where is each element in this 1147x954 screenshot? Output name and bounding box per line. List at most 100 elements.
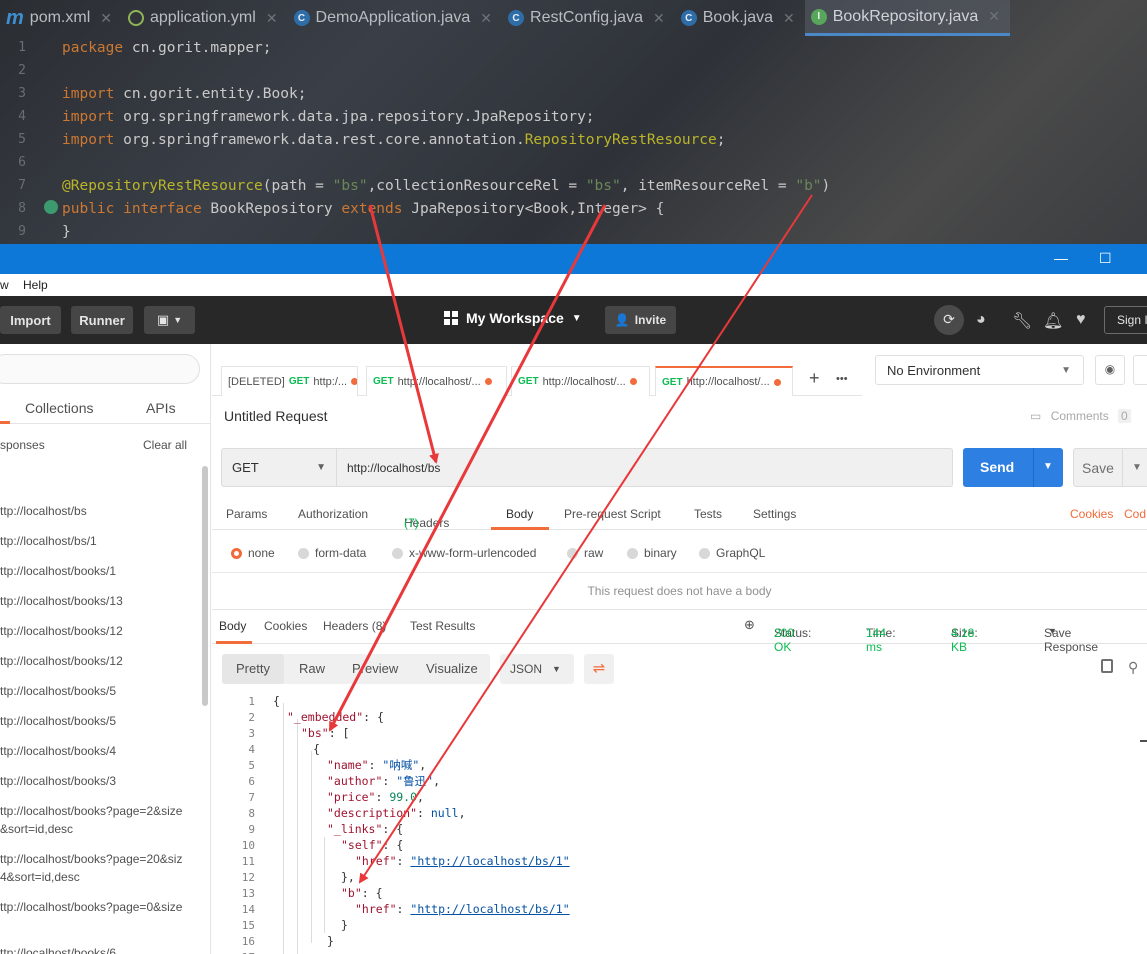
new-tab-button[interactable]: + [809, 368, 820, 389]
view-visualize[interactable]: Visualize [426, 661, 478, 676]
globe-icon[interactable]: ⊕ [744, 617, 755, 633]
new-window-button[interactable]: ▣ ▼ [144, 306, 195, 334]
import-button[interactable]: Import [0, 306, 61, 334]
tab-response-headers[interactable]: Headers (8) [323, 619, 386, 633]
json-link[interactable]: "http://localhost/bs/1" [410, 902, 569, 916]
method-select[interactable]: GET ▼ [221, 448, 337, 487]
minimize-button[interactable]: — [1054, 250, 1068, 266]
history-item[interactable]: ttp://localhost/books?page=0&size [0, 898, 205, 916]
radio-none[interactable]: none [231, 546, 275, 560]
bell-icon[interactable]: 🔔︎ [1043, 311, 1063, 331]
history-item[interactable]: ttp://localhost/books?page=20&siz 4&sort=… [0, 850, 205, 886]
environment-quick-look-button[interactable]: ◉ [1095, 355, 1125, 385]
json-line: 16} [212, 933, 1147, 949]
history-item[interactable]: ttp://localhost/books/1 [0, 562, 205, 580]
close-icon[interactable]: ✕ [783, 10, 795, 27]
radio-x-www-form-urlencoded[interactable]: x-www-form-urlencoded [392, 546, 536, 560]
history-item[interactable]: ttp://localhost/books/12 [0, 652, 205, 670]
history-item-line: ttp://localhost/books/12 [0, 654, 123, 668]
ide-tab-bookrepository[interactable]: I BookRepository.java ✕ [804, 0, 1011, 36]
request-tab[interactable]: GET http://localhost/... [366, 366, 507, 396]
implementation-gutter-icon[interactable] [44, 199, 58, 214]
sidebar-tabs: Collections APIs [0, 394, 210, 424]
tab-test-results[interactable]: Test Results [410, 619, 475, 633]
settings-button[interactable] [1133, 355, 1147, 385]
tab-tests[interactable]: Tests [694, 507, 722, 521]
copy-icon[interactable] [1101, 659, 1113, 673]
clear-all-button[interactable]: Clear all [143, 438, 187, 452]
cookies-link[interactable]: Cookies [1070, 507, 1113, 521]
request-tab[interactable]: [DELETED] GET http:/... [221, 366, 358, 396]
radio-binary[interactable]: binary [627, 546, 677, 560]
ide-tab-restconfig[interactable]: C RestConfig.java ✕ [502, 0, 675, 36]
chevron-down-icon[interactable]: ▼ [1043, 461, 1053, 472]
history-item[interactable]: ttp://localhost/books/5 [0, 682, 205, 700]
tab-response-body[interactable]: Body [219, 619, 246, 633]
invite-button[interactable]: 👤 Invite [605, 306, 676, 334]
history-item[interactable]: ttp://localhost/books/3 [0, 772, 205, 790]
history-item[interactable]: ttp://localhost/bs/1 [0, 532, 205, 550]
json-line-number: 7 [248, 790, 255, 804]
history-item[interactable]: ttp://localhost/books/4 [0, 742, 205, 760]
request-title[interactable]: Untitled Request [224, 408, 328, 424]
view-pretty[interactable]: Pretty [236, 661, 270, 676]
more-tabs-button[interactable]: ••• [836, 373, 848, 385]
ide-tab-pom[interactable]: m pom.xml ✕ [0, 0, 122, 36]
request-tab-active[interactable]: GET http://localhost/... [655, 366, 793, 396]
environment-select[interactable]: No Environment ▼ [875, 355, 1084, 385]
tab-apis[interactable]: APIs [146, 400, 176, 416]
workspace-switcher[interactable]: My Workspace ▼ [444, 310, 582, 326]
tab-params[interactable]: Params [226, 507, 267, 521]
radio-form-data[interactable]: form-data [298, 546, 366, 560]
history-item[interactable]: ttp://localhost/books/6 [0, 944, 205, 954]
tab-collections[interactable]: Collections [25, 400, 93, 416]
ide-tab-application-yml[interactable]: application.yml ✕ [122, 0, 288, 36]
view-raw[interactable]: Raw [299, 661, 325, 676]
wrench-icon[interactable]: 🔧︎ [1012, 311, 1032, 331]
radio-graphql[interactable]: GraphQL [699, 546, 765, 560]
history-item-line: ttp://localhost/books/3 [0, 774, 117, 788]
sign-in-button[interactable]: Sign I [1104, 306, 1147, 334]
tab-body[interactable]: Body [506, 507, 533, 521]
tab-authorization[interactable]: Authorization [298, 507, 368, 521]
tab-settings[interactable]: Settings [753, 507, 796, 521]
format-select[interactable]: JSON ▼ [500, 654, 574, 684]
wrap-lines-button[interactable]: ⇌ [584, 654, 614, 684]
code-link[interactable]: Cod [1124, 507, 1146, 521]
heart-icon[interactable]: ♥ [1076, 311, 1086, 329]
ide-tab-demoapplication[interactable]: C DemoApplication.java ✕ [288, 0, 502, 36]
sidebar-search-input[interactable] [0, 354, 200, 384]
runner-button[interactable]: Runner [71, 306, 133, 334]
tab-pre-request-script[interactable]: Pre-request Script [564, 507, 661, 521]
search-icon[interactable]: ⚲ [1128, 659, 1138, 676]
url-input[interactable]: http://localhost/bs [337, 448, 953, 487]
comments-button[interactable]: ▭ Comments 0 [1030, 409, 1131, 423]
close-icon[interactable]: ✕ [480, 10, 492, 27]
sync-off-icon[interactable]: ⟳ [934, 305, 964, 335]
menu-item-view[interactable]: w [0, 278, 9, 292]
history-item[interactable]: ttp://localhost/books?page=2&size &sort=i… [0, 802, 205, 838]
request-tab[interactable]: GET http://localhost/... [511, 366, 650, 396]
code-area[interactable]: 1 package cn.gorit.mapper; 2 3 import cn.g… [0, 36, 1147, 243]
menu-item-help[interactable]: Help [23, 278, 48, 292]
save-button[interactable]: Save ▼ [1073, 448, 1147, 487]
ide-tab-book[interactable]: C Book.java ✕ [675, 0, 805, 36]
satellite-icon[interactable]: ◕ [976, 311, 986, 329]
view-preview[interactable]: Preview [352, 661, 398, 676]
json-link[interactable]: "http://localhost/bs/1" [410, 854, 569, 868]
sidebar-scrollbar[interactable] [202, 466, 208, 706]
close-icon[interactable]: ✕ [266, 10, 278, 27]
response-body-viewer[interactable]: 1{ 2 "_embedded": { 3 "bs": [ 4{ 5 "name": … [212, 693, 1147, 954]
history-item[interactable]: ttp://localhost/bs [0, 502, 205, 520]
tab-response-cookies[interactable]: Cookies [264, 619, 307, 633]
close-icon[interactable]: ✕ [100, 10, 112, 27]
history-item[interactable]: ttp://localhost/books/13 [0, 592, 205, 610]
close-icon[interactable]: ✕ [988, 8, 1000, 25]
maximize-button[interactable]: ☐ [1099, 250, 1112, 267]
history-item[interactable]: ttp://localhost/books/12 [0, 622, 205, 640]
history-item[interactable]: ttp://localhost/books/5 [0, 712, 205, 730]
chevron-down-icon[interactable]: ▼ [1132, 462, 1142, 473]
close-icon[interactable]: ✕ [653, 10, 665, 27]
send-button[interactable]: Send ▼ [963, 448, 1063, 487]
radio-raw[interactable]: raw [567, 546, 603, 560]
